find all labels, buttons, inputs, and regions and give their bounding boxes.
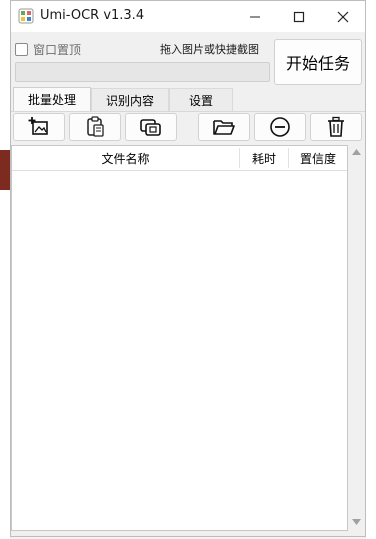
close-icon	[337, 11, 349, 22]
progress-bar	[15, 62, 270, 82]
clear-all-button[interactable]	[310, 113, 362, 141]
title-bar[interactable]: Umi-OCR v1.3.4	[11, 1, 365, 32]
tab-batch[interactable]: 批量处理	[13, 87, 91, 111]
column-header-filename[interactable]: 文件名称	[12, 146, 239, 170]
tab-divider	[11, 111, 365, 112]
screenshot-icon	[140, 119, 161, 136]
scroll-down-arrow-icon[interactable]	[352, 519, 361, 525]
screenshot-button[interactable]	[125, 113, 177, 141]
tab-settings[interactable]: 设置	[169, 88, 233, 111]
tab-bar: 批量处理 识别内容 设置	[13, 87, 233, 111]
app-logo-icon	[18, 8, 34, 24]
background-image-fragment	[0, 150, 10, 190]
column-header-confidence[interactable]: 置信度	[289, 146, 347, 170]
folder-icon	[213, 120, 235, 135]
close-button[interactable]	[321, 1, 365, 32]
checkbox-box[interactable]	[15, 42, 28, 56]
app-window: Umi-OCR v1.3.4 窗口置顶 拖入图片或快捷截图 开始任务 批量处理 …	[10, 0, 366, 537]
file-table[interactable]: 文件名称 耗时 置信度	[11, 145, 348, 531]
pin-window-label: 窗口置顶	[33, 42, 82, 57]
add-image-icon	[28, 117, 48, 135]
remove-icon	[270, 117, 290, 137]
drop-hint-label: 拖入图片或快捷截图	[160, 43, 259, 56]
scroll-up-arrow-icon[interactable]	[352, 149, 361, 155]
remove-item-button[interactable]	[254, 113, 306, 141]
tab-results[interactable]: 识别内容	[91, 88, 169, 111]
vertical-scrollbar[interactable]	[349, 145, 364, 531]
table-header: 文件名称 耗时 置信度	[12, 146, 347, 171]
toolbar	[11, 113, 365, 143]
pin-window-checkbox[interactable]: 窗口置顶	[15, 41, 81, 57]
maximize-button[interactable]	[277, 1, 321, 32]
paste-icon	[87, 116, 104, 137]
window-title: Umi-OCR v1.3.4	[40, 8, 145, 23]
maximize-icon	[293, 11, 305, 22]
paste-button[interactable]	[69, 113, 121, 141]
add-image-button[interactable]	[13, 113, 65, 141]
open-folder-button[interactable]	[198, 113, 250, 141]
background-window-right	[366, 0, 376, 539]
minimize-button[interactable]	[233, 1, 277, 32]
minimize-icon	[250, 16, 260, 17]
trash-icon	[328, 116, 344, 137]
start-task-button[interactable]: 开始任务	[274, 39, 362, 85]
column-header-time[interactable]: 耗时	[240, 146, 288, 170]
background-window-left	[0, 0, 10, 539]
